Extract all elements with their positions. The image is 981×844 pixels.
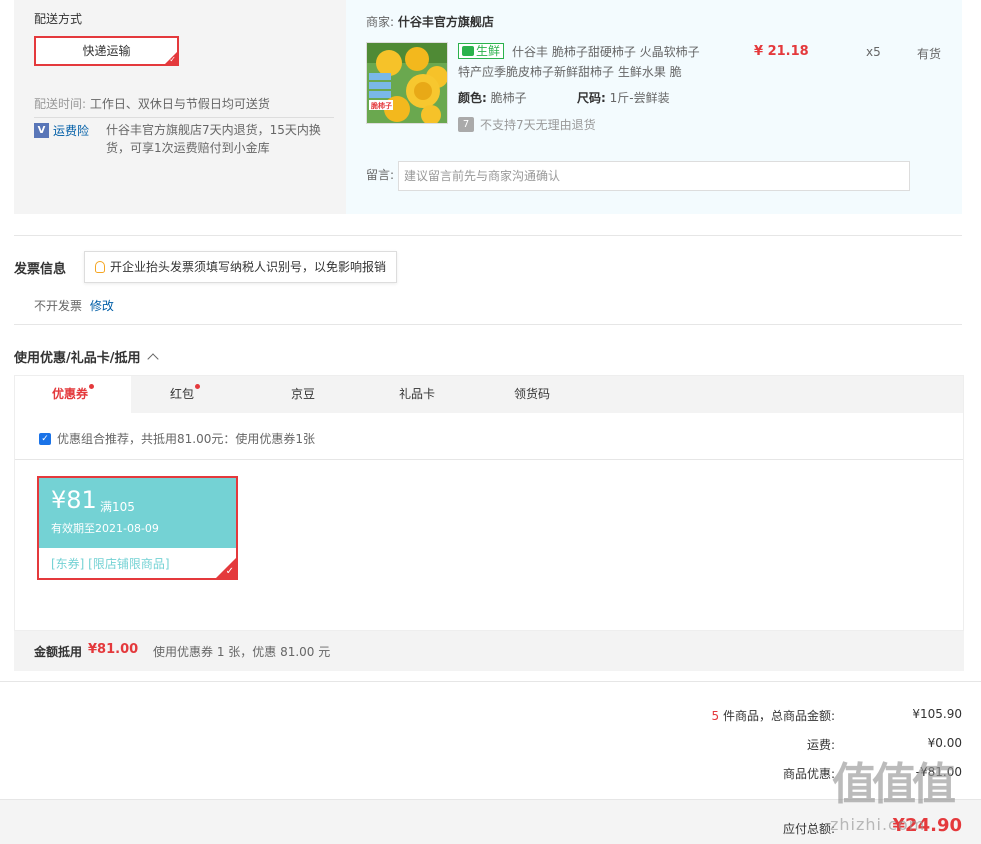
shipping-method-label: 快递运输 xyxy=(82,44,131,58)
discount-tabs: 优惠券 红包 京豆 礼品卡 领货码 xyxy=(15,376,963,413)
freight-label: 运费: xyxy=(806,738,835,752)
section-divider xyxy=(14,324,962,325)
shipping-time: 配送时间: 工作日、双休日与节假日均可送货 xyxy=(34,95,270,112)
vendor-panel: 商家: 什谷丰官方旗舰店 脆柿子 什谷丰 脆柿子甜硬柿子 火晶软柿子特产应季脆皮… xyxy=(346,0,962,214)
fresh-icon xyxy=(462,46,474,56)
items-label: 件商品，总商品金额: xyxy=(719,709,835,723)
product-quantity: x5 xyxy=(866,45,881,59)
image-caption: 脆柿子 xyxy=(370,101,392,110)
coupon-header: ¥81 满105 有效期至2021-08-09 xyxy=(39,478,236,548)
discount-summary: 金额抵用 ¥81.00 使用优惠券 1 张，优惠 81.00 元 xyxy=(14,631,964,671)
discount-divider xyxy=(15,459,963,460)
pay-label: 应付总额: xyxy=(782,822,835,836)
tab-label: 礼品卡 xyxy=(398,387,435,401)
tab-coupons[interactable]: 优惠券 xyxy=(15,376,131,413)
coupon-card[interactable]: ¥81 满105 有效期至2021-08-09 [东券] [限店铺限商品] ✓ xyxy=(37,476,238,580)
invoice-tip-text: 开企业抬头发票须填写纳税人识别号，以免影响报销 xyxy=(110,260,387,274)
discount-total-label: 商品优惠: xyxy=(782,767,835,781)
site-watermark-url: zhizhi.com xyxy=(830,815,926,834)
coupon-scope: [东券] [限店铺限商品] xyxy=(51,557,170,571)
vendor-label: 商家: xyxy=(366,15,395,29)
return-policy-icon: 7 xyxy=(458,117,474,132)
tab-jd-beans[interactable]: 京豆 xyxy=(249,376,357,413)
tab-label: 红包 xyxy=(169,387,194,401)
shipping-time-label: 配送时间: xyxy=(34,97,87,111)
shipping-panel: 配送方式 快递运输 ✓ 配送时间: 工作日、双休日与节假日均可送货 V 运费险 … xyxy=(14,0,346,214)
summary-amount: ¥81.00 xyxy=(88,642,139,657)
section-divider xyxy=(0,681,981,682)
check-icon: ✓ xyxy=(225,566,234,577)
product-image[interactable]: 脆柿子 xyxy=(366,42,448,124)
product-color: 颜色: 脆柿子 xyxy=(458,89,527,106)
product-price: ¥ 21.18 xyxy=(754,44,809,59)
fresh-tag: 生鲜 xyxy=(458,43,505,59)
items-total-label: 5 件商品，总商品金额: xyxy=(712,707,836,724)
invoice-edit-link[interactable]: 修改 xyxy=(90,299,114,313)
tab-gift-card[interactable]: 礼品卡 xyxy=(363,376,471,413)
summary-label: 金额抵用 xyxy=(34,645,83,659)
items-total-value: ¥105.90 xyxy=(912,707,962,721)
item-count: 5 xyxy=(711,709,720,723)
check-icon: ✓ xyxy=(169,55,176,64)
note-label: 留言: xyxy=(366,168,395,182)
fresh-tag-label: 生鲜 xyxy=(476,44,501,58)
combo-text: 优惠组合推荐，共抵用81.00元：使用优惠券1张 xyxy=(57,432,315,446)
product-size: 尺码: 1斤-尝鲜装 xyxy=(577,89,670,106)
tab-redeem-code[interactable]: 领货码 xyxy=(478,376,586,413)
notification-dot-icon xyxy=(195,384,200,389)
return-policy-text: 不支持7天无理由退货 xyxy=(480,118,596,132)
freight-value: ¥0.00 xyxy=(927,736,962,750)
coupon-amount: ¥81 xyxy=(51,486,97,514)
product-color-value: 脆柿子 xyxy=(490,91,527,105)
product-size-value: 1斤-尝鲜装 xyxy=(609,91,670,105)
tab-label: 京豆 xyxy=(290,387,315,401)
chevron-up-icon xyxy=(146,353,159,365)
product-color-label: 颜色: xyxy=(458,91,487,105)
product-stock: 有货 xyxy=(917,47,942,61)
insurance-link[interactable]: 运费险 xyxy=(53,122,89,139)
invoice-title: 发票信息 xyxy=(14,262,67,277)
coupon-condition: 满105 xyxy=(100,500,135,514)
vendor-name: 商家: 什谷丰官方旗舰店 xyxy=(366,13,494,30)
shipping-method-option[interactable]: 快递运输 ✓ xyxy=(34,36,179,66)
discount-title: 使用优惠/礼品卡/抵用 xyxy=(14,351,141,366)
shield-icon: V xyxy=(34,123,49,138)
vendor-store-name: 什谷丰官方旗舰店 xyxy=(397,15,494,29)
notification-dot-icon xyxy=(89,384,94,389)
shipping-title: 配送方式 xyxy=(34,12,83,26)
invoice-tip: 开企业抬头发票须填写纳税人识别号，以免影响报销 xyxy=(84,251,398,283)
summary-detail: 使用优惠券 1 张，优惠 81.00 元 xyxy=(153,645,331,659)
invoice-value: 不开发票 修改 xyxy=(34,297,114,314)
section-divider xyxy=(14,235,962,236)
combo-checkbox[interactable]: ✓ xyxy=(39,432,51,445)
shipping-divider xyxy=(34,117,334,118)
combo-recommendation: ✓ 优惠组合推荐，共抵用81.00元：使用优惠券1张 xyxy=(39,430,315,447)
product-size-label: 尺码: xyxy=(577,91,606,105)
persimmon-image: 脆柿子 xyxy=(367,43,447,123)
tab-red-packets[interactable]: 红包 xyxy=(131,376,239,413)
shipping-time-value: 工作日、双休日与节假日均可送货 xyxy=(89,97,270,111)
tab-label: 领货码 xyxy=(513,387,550,401)
discount-box: 优惠券 红包 京豆 礼品卡 领货码 ✓ 优惠组合推荐，共抵用81.00元：使用优… xyxy=(14,375,964,631)
lightbulb-icon xyxy=(95,261,105,273)
insurance-description: 什谷丰官方旗舰店7天内退货，15天内换货，可享1次运费赔付到小金库 xyxy=(106,123,321,155)
discount-section-toggle[interactable]: 使用优惠/礼品卡/抵用 xyxy=(14,347,159,366)
invoice-value-text: 不开发票 xyxy=(34,299,83,313)
coupon-expiry: 有效期至2021-08-09 xyxy=(51,522,159,535)
note-input[interactable] xyxy=(398,161,910,191)
tab-label: 优惠券 xyxy=(51,387,88,401)
